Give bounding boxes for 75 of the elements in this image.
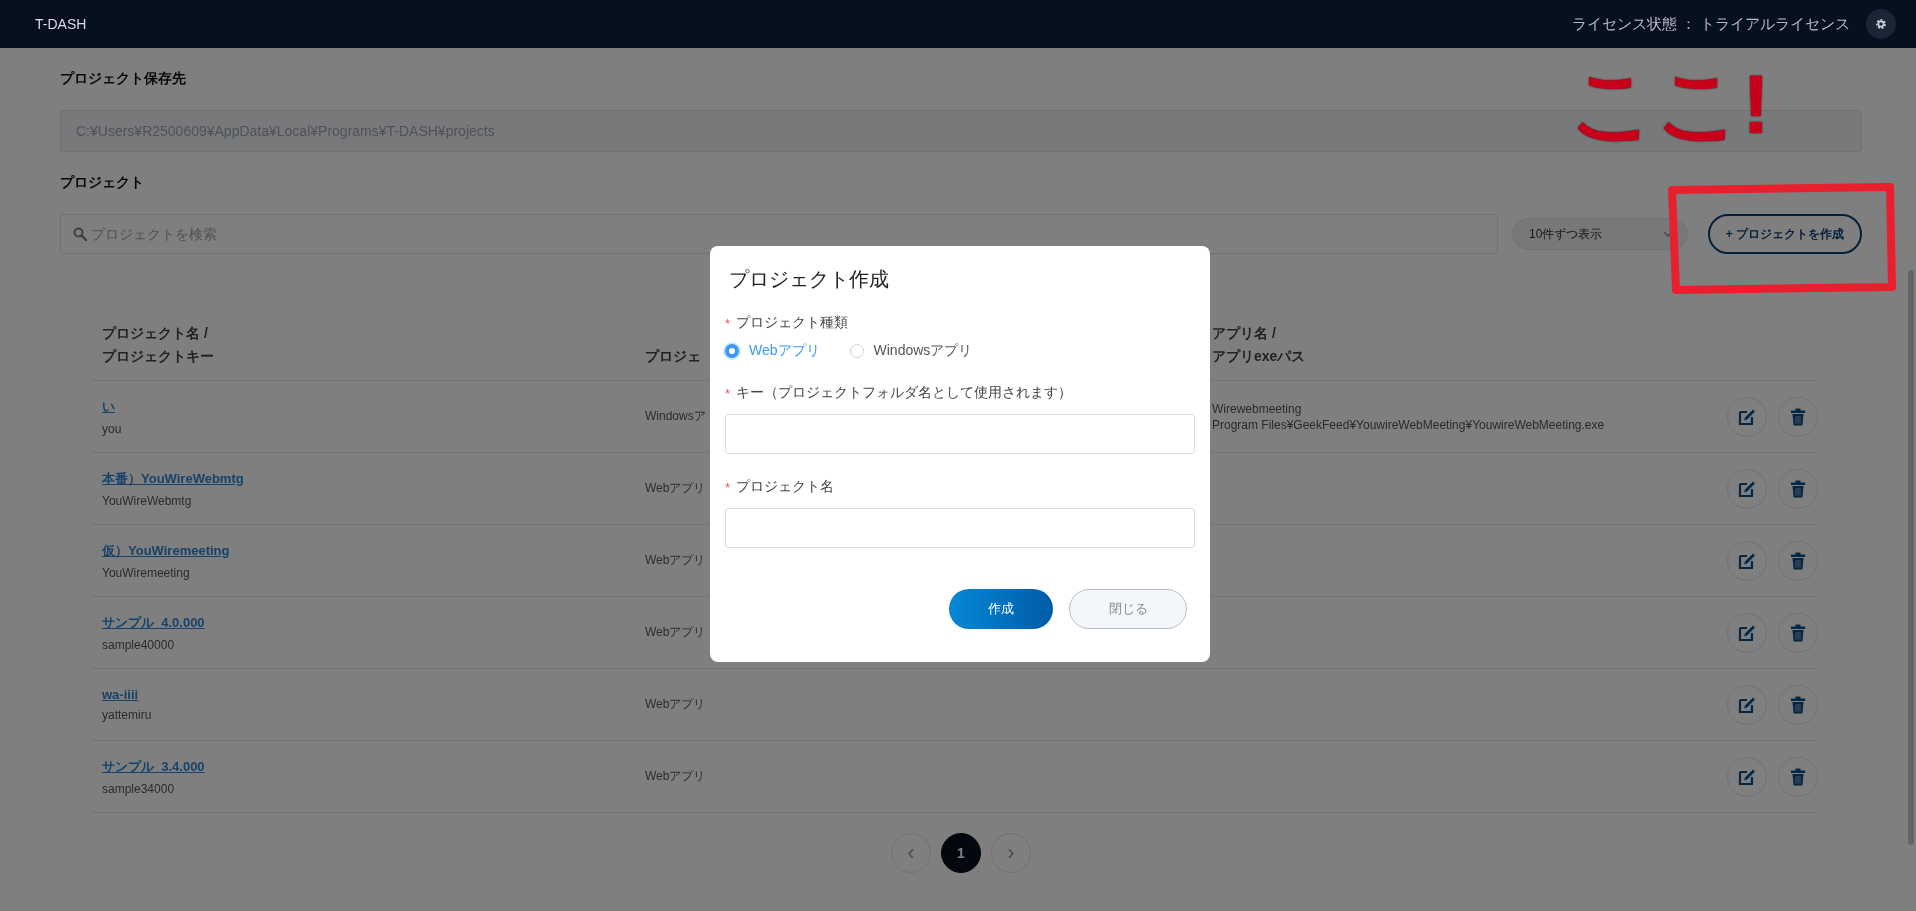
edit-icon[interactable]: [1738, 551, 1756, 570]
section-label: プロジェクト保存先: [60, 69, 187, 88]
page-button[interactable]: 1: [941, 833, 981, 873]
field-label: キー（プロジェクトフォルダ名として使用されます）: [736, 384, 1073, 402]
column-header: プロジェクト名 / プロジェクトキー: [101, 324, 214, 366]
column-header: プロジェ: [645, 346, 701, 366]
trash-icon[interactable]: [1790, 407, 1806, 426]
radio-option[interactable]: Webアプリ: [725, 342, 820, 360]
annotation-text: ここ!: [1570, 62, 1770, 146]
field-label: プロジェクト名: [736, 478, 835, 496]
project-name-link[interactable]: サンプル_3.4.000: [102, 757, 205, 776]
trash-icon[interactable]: [1790, 551, 1806, 570]
settings-button[interactable]: [1866, 9, 1896, 39]
page-size-value: 10件ずつ表示: [1529, 225, 1603, 243]
app-info: Wirewebmeeting: [1212, 401, 1302, 416]
project-name-link[interactable]: 仮）YouWiremeeting: [102, 541, 230, 560]
project-key: yattemiru: [102, 708, 152, 722]
delete-button[interactable]: [1778, 468, 1818, 509]
column-header: アプリ名 / アプリexeパス: [1212, 324, 1306, 366]
edit-icon[interactable]: [1738, 623, 1756, 642]
edit-button[interactable]: [1727, 684, 1767, 725]
project-type: Webアプリ: [645, 696, 706, 713]
project-type: Webアプリ: [645, 480, 706, 497]
app-title: T-DASH: [35, 16, 87, 32]
project-key: sample34000: [102, 781, 175, 796]
project-key: YouWireWebmtg: [102, 493, 192, 508]
text-input[interactable]: [725, 508, 1195, 548]
project-name-link[interactable]: 本番）YouWireWebmtg: [102, 469, 244, 488]
search-icon[interactable]: [73, 227, 87, 241]
previous-page-button[interactable]: ‹: [891, 833, 931, 873]
create-button[interactable]: 作成: [949, 589, 1053, 629]
text-input[interactable]: [725, 414, 1195, 454]
required-mark: *: [725, 315, 731, 331]
required-mark: *: [725, 479, 731, 495]
trash-icon[interactable]: [1790, 695, 1806, 714]
settings-icon[interactable]: [1875, 18, 1887, 30]
delete-button[interactable]: [1778, 396, 1818, 437]
project-type: Webアプリ: [645, 552, 706, 569]
delete-button[interactable]: [1778, 540, 1818, 581]
project-name-link[interactable]: wa-iiii: [102, 687, 139, 702]
project-key: you: [102, 421, 122, 436]
license-status: ライセンス状態 ： トライアルライセンス: [1571, 14, 1850, 34]
trash-icon[interactable]: [1790, 623, 1806, 642]
edit-icon[interactable]: [1738, 767, 1756, 786]
trash-icon[interactable]: [1790, 767, 1806, 786]
edit-icon[interactable]: [1738, 479, 1756, 498]
field-label: プロジェクト種類: [736, 314, 849, 332]
radio-option[interactable]: Windowsアプリ: [849, 342, 973, 360]
edit-button[interactable]: [1727, 756, 1767, 797]
project-name-link[interactable]: い: [102, 397, 115, 416]
edit-icon[interactable]: [1738, 407, 1756, 426]
page-size-select[interactable]: 10件ずつ表示: [1512, 218, 1688, 250]
edit-button[interactable]: [1727, 396, 1767, 437]
delete-button[interactable]: [1778, 756, 1818, 797]
edit-button[interactable]: [1727, 540, 1767, 581]
delete-button[interactable]: [1778, 612, 1818, 653]
project-type: Webアプリ: [645, 624, 706, 641]
delete-button[interactable]: [1778, 684, 1818, 725]
dialog-title: プロジェクト作成: [728, 267, 890, 290]
edit-icon[interactable]: [1738, 695, 1756, 714]
project-type: Webアプリ: [645, 768, 706, 785]
trash-icon[interactable]: [1790, 479, 1806, 498]
project-name-link[interactable]: サンプル_4.0.000: [102, 613, 205, 632]
edit-button[interactable]: [1727, 612, 1767, 653]
project-key: YouWiremeeting: [102, 565, 190, 580]
close-button[interactable]: 閉じる: [1069, 589, 1187, 629]
app-info: Program Files¥GeekFeed¥YouwireWebMeeting¥YouwireWebMeeting.exe: [1212, 417, 1605, 432]
project-type: Windowsア: [645, 408, 706, 425]
caret-icon[interactable]: [1663, 231, 1673, 237]
project-key: sample40000: [102, 637, 175, 652]
required-mark: *: [725, 385, 731, 401]
edit-button[interactable]: [1727, 468, 1767, 509]
create-project-button[interactable]: + プロジェクトを作成: [1708, 214, 1862, 254]
section-label: プロジェクト: [60, 173, 145, 192]
next-page-button[interactable]: ›: [991, 833, 1031, 873]
